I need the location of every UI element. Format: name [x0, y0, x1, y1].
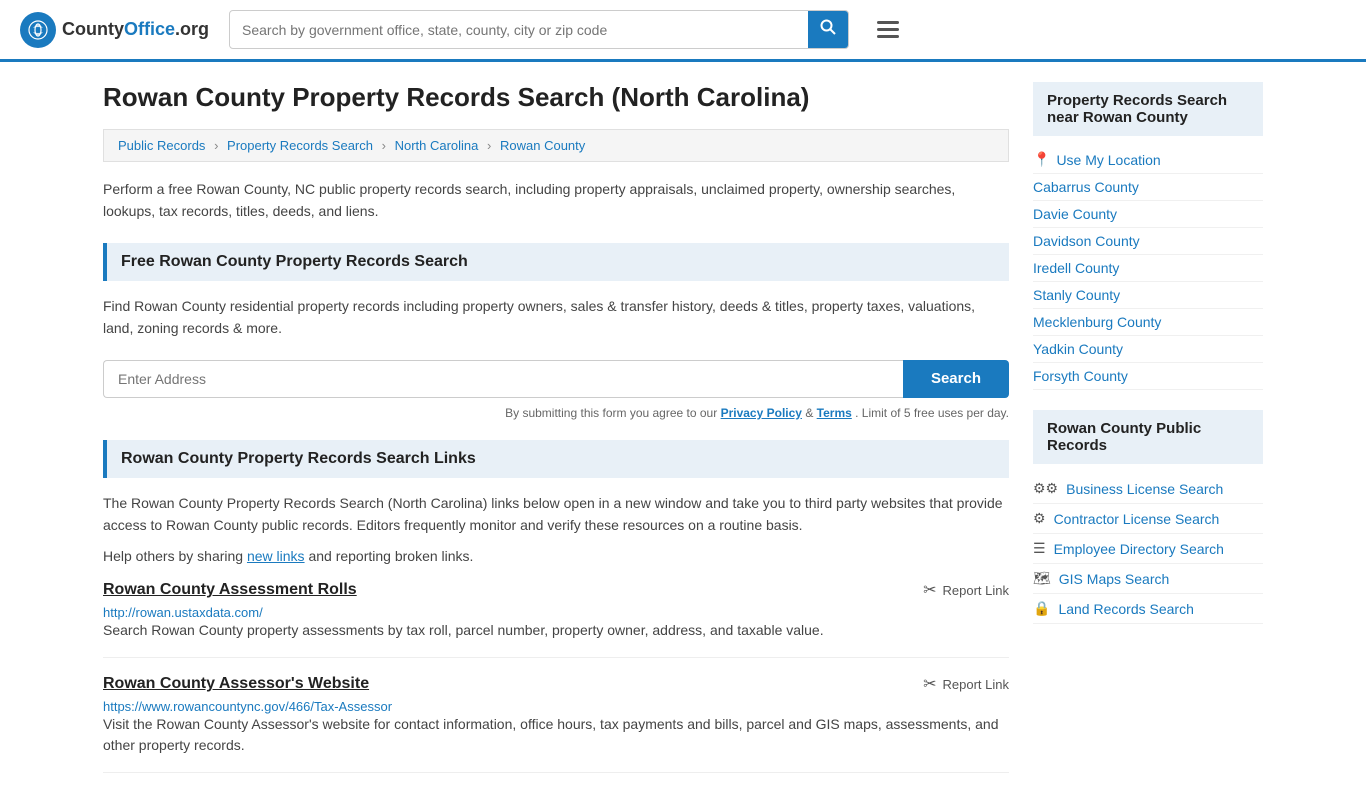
sidebar: Property Records Search near Rowan Count…	[1033, 82, 1263, 789]
record-item-header: Rowan County Assessment Rolls ✂ Report Li…	[103, 580, 1009, 600]
record-item-header: Rowan County Assessor's Website ✂ Report …	[103, 674, 1009, 694]
disclaimer-text: By submitting this form you agree to our	[505, 406, 717, 420]
global-search-input[interactable]	[230, 14, 808, 46]
new-links-text: Help others by sharing	[103, 548, 243, 564]
report-icon: ✂	[923, 580, 936, 600]
logo-link[interactable]: CountyOffice.org	[20, 12, 209, 48]
public-records-link[interactable]: Contractor License Search	[1054, 511, 1220, 527]
nearby-county-link[interactable]: Davidson County	[1033, 233, 1140, 249]
nearby-county-item[interactable]: Mecklenburg County	[1033, 309, 1263, 336]
public-records-link-item[interactable]: 🔒 Land Records Search	[1033, 594, 1263, 624]
record-title: Rowan County Assessor's Website	[103, 675, 369, 693]
public-records-link[interactable]: Land Records Search	[1058, 601, 1193, 617]
record-description: Visit the Rowan County Assessor's websit…	[103, 714, 1009, 756]
nearby-county-item[interactable]: Yadkin County	[1033, 336, 1263, 363]
new-links-anchor[interactable]: new links	[247, 548, 305, 564]
site-header: CountyOffice.org	[0, 0, 1366, 62]
content-area: Rowan County Property Records Search (No…	[103, 82, 1009, 789]
links-description: The Rowan County Property Records Search…	[103, 492, 1009, 537]
report-link-button[interactable]: ✂ Report Link	[923, 674, 1009, 694]
public-records-link-item[interactable]: ⚙⚙ Business License Search	[1033, 474, 1263, 504]
record-description: Search Rowan County property assessments…	[103, 620, 1009, 641]
nearby-section-header: Property Records Search near Rowan Count…	[1033, 82, 1263, 136]
free-search-section-header: Free Rowan County Property Records Searc…	[103, 243, 1009, 281]
breadcrumb-sep-1: ›	[214, 138, 218, 153]
nearby-county-link[interactable]: Mecklenburg County	[1033, 314, 1161, 330]
contractor-license-icon: ⚙	[1033, 510, 1046, 527]
logo-text: CountyOffice.org	[62, 19, 209, 40]
breadcrumb-north-carolina[interactable]: North Carolina	[395, 138, 479, 153]
property-search-form: Search By submitting this form you agree…	[103, 360, 1009, 420]
privacy-policy-link[interactable]: Privacy Policy	[721, 406, 802, 420]
form-disclaimer: By submitting this form you agree to our…	[103, 406, 1009, 420]
breadcrumb-rowan-county[interactable]: Rowan County	[500, 138, 585, 153]
use-location-link[interactable]: Use My Location	[1056, 152, 1160, 168]
new-links-line: Help others by sharing new links and rep…	[103, 548, 1009, 564]
main-wrapper: Rowan County Property Records Search (No…	[83, 62, 1283, 809]
breadcrumb-sep-2: ›	[382, 138, 386, 153]
search-form-row: Search	[103, 360, 1009, 398]
nearby-county-item[interactable]: Iredell County	[1033, 255, 1263, 282]
gis-maps-icon: 🗺	[1033, 570, 1051, 587]
report-link-button[interactable]: ✂ Report Link	[923, 580, 1009, 600]
record-url-link[interactable]: http://rowan.ustaxdata.com/	[103, 605, 263, 620]
search-button[interactable]: Search	[903, 360, 1009, 398]
business-license-icon: ⚙⚙	[1033, 480, 1058, 497]
record-title-link[interactable]: Rowan County Assessor's Website	[103, 675, 369, 692]
hamburger-menu-button[interactable]	[869, 17, 907, 42]
breadcrumb-property-records-search[interactable]: Property Records Search	[227, 138, 373, 153]
nearby-county-link[interactable]: Cabarrus County	[1033, 179, 1139, 195]
nearby-county-item[interactable]: Cabarrus County	[1033, 174, 1263, 201]
terms-link[interactable]: Terms	[817, 406, 852, 420]
nearby-county-link[interactable]: Stanly County	[1033, 287, 1120, 303]
disclaimer-ampersand: &	[805, 406, 816, 420]
public-records-links-list: ⚙⚙ Business License Search ⚙ Contractor Lic…	[1033, 474, 1263, 624]
public-records-link[interactable]: Business License Search	[1066, 481, 1223, 497]
land-records-icon: 🔒	[1033, 600, 1050, 617]
record-items-container: Rowan County Assessment Rolls ✂ Report Li…	[103, 580, 1009, 773]
record-title: Rowan County Assessment Rolls	[103, 581, 357, 599]
record-item: Rowan County Assessor's Website ✂ Report …	[103, 674, 1009, 773]
breadcrumb: Public Records › Property Records Search…	[103, 129, 1009, 162]
breadcrumb-sep-3: ›	[487, 138, 491, 153]
report-label: Report Link	[943, 677, 1009, 692]
public-records-link[interactable]: GIS Maps Search	[1059, 571, 1170, 587]
nearby-county-item[interactable]: Stanly County	[1033, 282, 1263, 309]
nearby-county-link[interactable]: Forsyth County	[1033, 368, 1128, 384]
page-description: Perform a free Rowan County, NC public p…	[103, 178, 1009, 223]
free-search-description: Find Rowan County residential property r…	[103, 295, 1009, 340]
report-label: Report Link	[943, 583, 1009, 598]
public-records-link[interactable]: Employee Directory Search	[1054, 541, 1224, 557]
employee-directory-icon: ☰	[1033, 540, 1046, 557]
nearby-county-link[interactable]: Iredell County	[1033, 260, 1119, 276]
global-search-bar	[229, 10, 849, 49]
nearby-county-link[interactable]: Yadkin County	[1033, 341, 1123, 357]
public-records-link-item[interactable]: ⚙ Contractor License Search	[1033, 504, 1263, 534]
address-input[interactable]	[103, 360, 903, 398]
nearby-county-item[interactable]: Davie County	[1033, 201, 1263, 228]
location-pin-icon: 📍	[1033, 151, 1050, 168]
nearby-county-item[interactable]: Forsyth County	[1033, 363, 1263, 390]
report-icon: ✂	[923, 674, 936, 694]
record-url-link[interactable]: https://www.rowancountync.gov/466/Tax-As…	[103, 699, 392, 714]
public-records-section-header: Rowan County Public Records	[1033, 410, 1263, 464]
nearby-counties-list: 📍 Use My Location Cabarrus County Davie C…	[1033, 146, 1263, 390]
record-title-link[interactable]: Rowan County Assessment Rolls	[103, 581, 357, 598]
new-links-suffix2: and reporting broken links.	[308, 548, 473, 564]
record-item: Rowan County Assessment Rolls ✂ Report Li…	[103, 580, 1009, 658]
public-records-link-item[interactable]: ☰ Employee Directory Search	[1033, 534, 1263, 564]
breadcrumb-public-records[interactable]: Public Records	[118, 138, 205, 153]
logo-icon	[20, 12, 56, 48]
links-section-header: Rowan County Property Records Search Lin…	[103, 440, 1009, 478]
public-records-link-item[interactable]: 🗺 GIS Maps Search	[1033, 564, 1263, 594]
nearby-county-link[interactable]: Davie County	[1033, 206, 1117, 222]
nearby-county-item[interactable]: Davidson County	[1033, 228, 1263, 255]
disclaimer-suffix: . Limit of 5 free uses per day.	[855, 406, 1009, 420]
global-search-button[interactable]	[808, 11, 848, 48]
page-title: Rowan County Property Records Search (No…	[103, 82, 1009, 113]
use-location-item[interactable]: 📍 Use My Location	[1033, 146, 1263, 174]
